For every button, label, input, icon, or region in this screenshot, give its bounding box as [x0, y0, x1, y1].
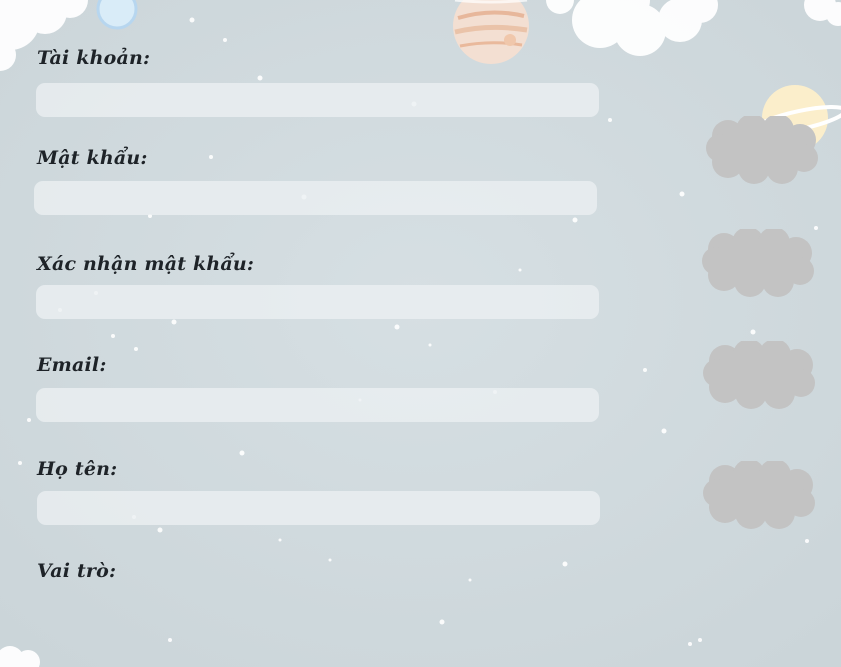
username-input[interactable] [36, 83, 599, 117]
cloud-icon [702, 229, 814, 297]
confirm-password-label: Xác nhận mật khẩu: [37, 253, 255, 275]
email-label: Email: [37, 354, 107, 376]
username-label: Tài khoản: [37, 47, 151, 69]
moon-icon [96, 0, 138, 30]
cloud-icon [703, 461, 815, 529]
role-label: Vai trò: [37, 560, 117, 582]
confirm-password-input[interactable] [36, 285, 599, 319]
fullname-input[interactable] [37, 491, 600, 525]
password-input[interactable] [34, 181, 597, 215]
email-input[interactable] [36, 388, 599, 422]
password-label: Mật khẩu: [37, 147, 148, 169]
cloud-icon [706, 116, 818, 184]
cloud-icon [703, 341, 815, 409]
fullname-label: Họ tên: [37, 458, 118, 480]
